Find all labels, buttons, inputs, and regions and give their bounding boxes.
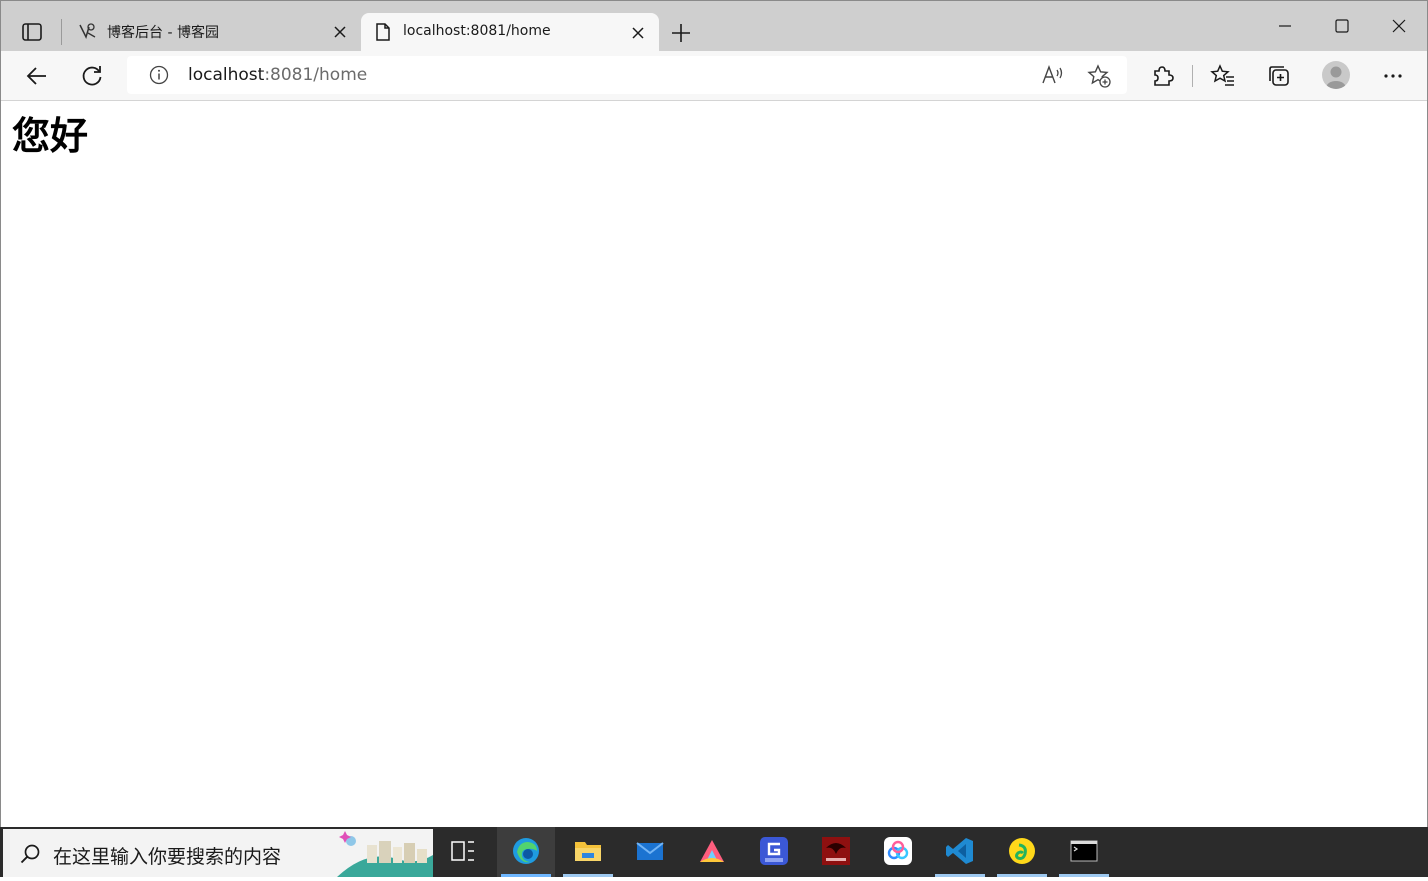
edge-taskbar-icon[interactable]	[497, 827, 555, 877]
page-icon	[373, 22, 393, 42]
mail-taskbar-icon[interactable]	[621, 827, 679, 877]
tab-title: 博客后台 - 博客园	[107, 25, 219, 41]
add-favorite-icon[interactable]	[1087, 64, 1111, 88]
close-window-button[interactable]	[1371, 1, 1427, 51]
url-path: :8081/home	[264, 65, 368, 85]
url-host: localhost	[188, 65, 265, 85]
task-view-button[interactable]	[434, 827, 492, 877]
tab-localhost[interactable]: localhost:8081/home	[361, 13, 659, 51]
search-icon	[19, 843, 41, 865]
baidu-netdisk-taskbar-icon[interactable]	[869, 827, 927, 877]
browser-toolbar: localhost:8081/home	[1, 51, 1427, 101]
tab-strip: 博客后台 - 博客园 localhost:8081/home	[1, 1, 1427, 51]
minimize-button[interactable]	[1257, 1, 1313, 51]
new-tab-button[interactable]	[669, 21, 693, 45]
taskbar: 在这里输入你要搜索的内容	[0, 827, 1428, 877]
tab-title: localhost:8081/home	[403, 23, 551, 39]
tab-actions-icon[interactable]	[13, 15, 51, 49]
search-placeholder: 在这里输入你要搜索的内容	[53, 846, 282, 868]
close-icon[interactable]	[629, 24, 647, 42]
address-bar[interactable]: localhost:8081/home	[127, 56, 1127, 94]
page-heading: 您好	[12, 114, 89, 158]
naraka-taskbar-icon[interactable]	[807, 827, 865, 877]
favorites-icon[interactable]	[1210, 63, 1236, 89]
gbox-taskbar-icon[interactable]	[745, 827, 803, 877]
qq-music-taskbar-icon[interactable]	[993, 827, 1051, 877]
taskbar-search-box[interactable]: 在这里输入你要搜索的内容	[3, 829, 433, 877]
more-menu-icon[interactable]	[1380, 63, 1406, 89]
toolbar-separator	[1192, 65, 1193, 87]
profile-avatar[interactable]	[1322, 61, 1350, 89]
file-explorer-taskbar-icon[interactable]	[559, 827, 617, 877]
url-text[interactable]: localhost:8081/home	[188, 65, 367, 85]
info-icon[interactable]	[149, 65, 169, 85]
close-icon[interactable]	[331, 23, 349, 41]
search-highlight-illustration	[337, 829, 433, 877]
terminal-taskbar-icon[interactable]	[1055, 827, 1113, 877]
refresh-button[interactable]	[79, 63, 105, 89]
vscode-taskbar-icon[interactable]	[931, 827, 989, 877]
maximize-button[interactable]	[1314, 1, 1370, 51]
arc-taskbar-icon[interactable]	[683, 827, 741, 877]
cnblogs-icon	[77, 21, 97, 41]
read-aloud-icon[interactable]	[1041, 64, 1065, 86]
browser-window: 博客后台 - 博客园 localhost:8081/home localhost…	[0, 0, 1428, 827]
page-content: 您好	[1, 101, 1427, 827]
tab-separator	[61, 19, 62, 45]
tab-cnblogs[interactable]: 博客后台 - 博客园	[65, 1, 359, 51]
back-button[interactable]	[24, 63, 50, 89]
collections-icon[interactable]	[1266, 63, 1292, 89]
extensions-icon[interactable]	[1149, 63, 1175, 89]
